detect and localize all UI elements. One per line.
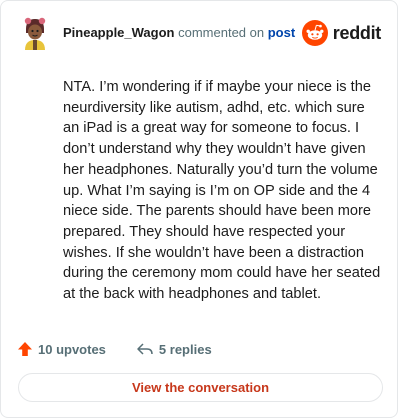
upvotes-count[interactable]: 10 upvotes <box>17 341 106 357</box>
reddit-snoo-icon <box>301 20 328 46</box>
comment-actions: 10 upvotes 5 replies <box>17 337 212 361</box>
post-link[interactable]: post <box>268 25 295 40</box>
comment-byline: Pineapple_Wagon commented on post <box>63 25 295 40</box>
reply-arrow-icon <box>137 343 153 355</box>
embedded-comment-card: Pineapple_Wagon commented on post reddit… <box>0 0 398 418</box>
replies-label: 5 replies <box>158 341 212 357</box>
byline-action-text: commented on <box>178 25 265 40</box>
replies-count[interactable]: 5 replies <box>136 341 212 357</box>
comment-header: Pineapple_Wagon commented on post reddit <box>17 15 381 55</box>
comment-body: NTA. I’m wondering if if maybe your niec… <box>63 79 381 303</box>
upvotes-label: 10 upvotes <box>38 341 106 357</box>
view-conversation-button[interactable]: View the conversation <box>18 373 383 402</box>
username-link[interactable]: Pineapple_Wagon <box>63 25 174 40</box>
avatar[interactable] <box>17 15 53 51</box>
reddit-wordmark: reddit <box>332 22 382 43</box>
upvote-arrow-icon <box>18 342 32 356</box>
reddit-logo[interactable]: reddit <box>301 19 382 47</box>
